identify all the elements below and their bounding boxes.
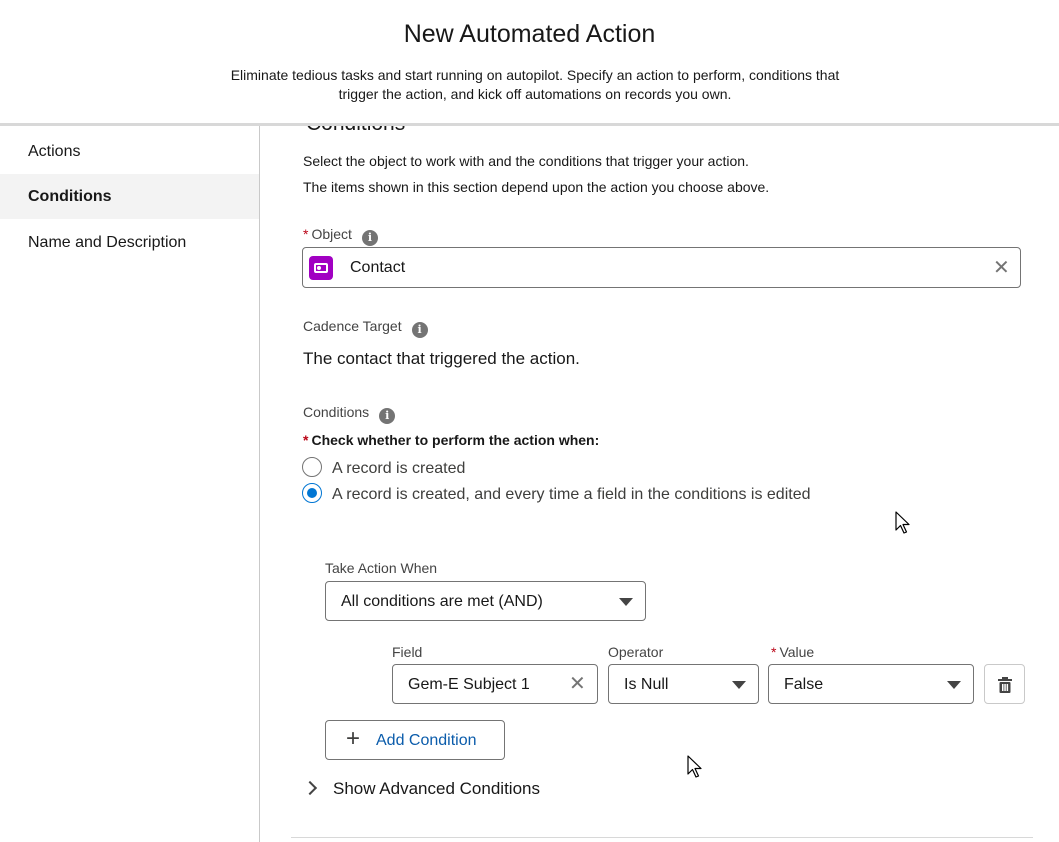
modal-title: New Automated Action xyxy=(403,20,656,48)
sidebar-item-conditions[interactable]: Conditions xyxy=(0,174,259,219)
modal-tagline: Eliminate tedious tasks and start runnin… xyxy=(185,66,885,104)
radio-button[interactable] xyxy=(302,457,322,477)
condition-value-select[interactable]: False xyxy=(768,664,974,704)
radio-button-selected[interactable] xyxy=(302,483,322,503)
caret-down-icon xyxy=(619,598,633,606)
object-lookup-field[interactable]: Contact ✕ xyxy=(302,247,1021,288)
object-value: Contact xyxy=(350,259,406,276)
add-condition-button[interactable]: + Add Condition xyxy=(325,720,505,760)
tagline-line-1: Eliminate tedious tasks and start runnin… xyxy=(230,67,840,83)
caret-down-icon xyxy=(947,681,961,689)
conditions-label: Conditions i xyxy=(303,404,396,424)
conditions-panel: Conditions Select the object to work wit… xyxy=(261,126,1059,842)
chevron-right-icon xyxy=(302,780,318,796)
section-heading: Conditions xyxy=(306,126,405,136)
field-column-label: Field xyxy=(392,644,423,660)
value-column-label: * Value xyxy=(771,644,815,660)
info-icon[interactable]: i xyxy=(411,322,428,338)
clear-object-icon[interactable]: ✕ xyxy=(993,258,1010,278)
section-description-2: The items shown in this section depend u… xyxy=(303,179,770,195)
clear-field-icon[interactable]: ✕ xyxy=(569,674,586,694)
operator-column-label: Operator xyxy=(608,644,664,660)
tagline-line-2: trigger the action, and kick off automat… xyxy=(338,86,732,102)
modal-header: New Automated Action Eliminate tedious t… xyxy=(0,0,1059,124)
info-icon[interactable]: i xyxy=(361,230,378,246)
trash-icon xyxy=(998,677,1012,693)
sidebar-item-name-and-description[interactable]: Name and Description xyxy=(0,220,259,265)
plus-icon: + xyxy=(346,725,361,752)
section-divider xyxy=(291,837,1033,838)
condition-field-input[interactable]: Gem-E Subject 1 ✕ xyxy=(392,664,598,704)
contact-card-icon xyxy=(309,256,333,280)
delete-condition-button[interactable] xyxy=(984,664,1025,704)
trigger-question-label: * Check whether to perform the action whe… xyxy=(303,432,600,448)
cadence-target-label: Cadence Target i xyxy=(303,318,428,338)
cadence-target-text: The contact that triggered the action. xyxy=(303,349,580,368)
sidebar: Actions Conditions Name and Description xyxy=(0,126,260,842)
condition-operator-select[interactable]: Is Null xyxy=(608,664,759,704)
info-icon[interactable]: i xyxy=(379,408,396,424)
show-advanced-conditions-toggle[interactable]: Show Advanced Conditions xyxy=(302,779,540,799)
radio-record-created-or-edited[interactable]: A record is created, and every time a fi… xyxy=(302,483,810,504)
take-action-when-select[interactable]: All conditions are met (AND) xyxy=(325,581,646,621)
mouse-cursor-icon xyxy=(895,511,910,534)
section-description-1: Select the object to work with and the c… xyxy=(303,153,749,169)
take-action-when-label: Take Action When xyxy=(325,560,438,576)
object-label: * Object i xyxy=(303,226,378,246)
sidebar-item-actions[interactable]: Actions xyxy=(0,129,259,174)
radio-record-created[interactable]: A record is created xyxy=(302,457,465,478)
caret-down-icon xyxy=(732,681,746,689)
mouse-cursor-icon xyxy=(687,755,702,778)
